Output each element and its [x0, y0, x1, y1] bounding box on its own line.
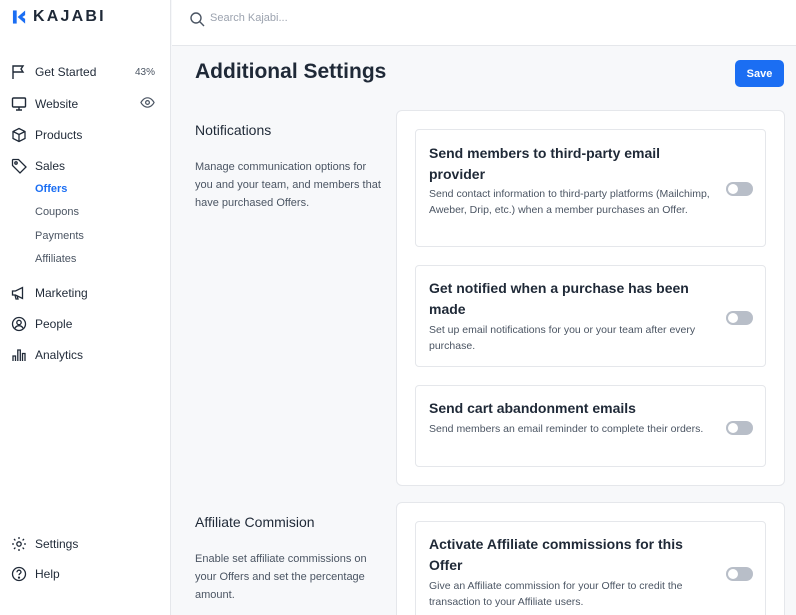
- tag-icon: [11, 158, 27, 174]
- save-button[interactable]: Save: [735, 60, 784, 87]
- toggle-knob: [728, 423, 738, 433]
- sidebar-subitem-offers[interactable]: Offers: [35, 180, 67, 198]
- setting-third-party-email: Send members to third-party email provid…: [415, 129, 766, 247]
- sidebar-subitem-coupons[interactable]: Coupons: [35, 203, 79, 221]
- kajabi-logo-icon: [12, 10, 26, 24]
- progress-badge: 43%: [134, 66, 155, 78]
- setting-description: Send contact information to third-party …: [429, 188, 710, 216]
- sidebar: KAJABI Get Started 43% Website Products …: [0, 0, 171, 615]
- user-circle-icon: [11, 316, 27, 332]
- flag-icon: [11, 64, 27, 80]
- purchase-notification-toggle[interactable]: [726, 311, 753, 325]
- sidebar-item-help[interactable]: Help: [0, 562, 171, 586]
- sidebar-item-label: Marketing: [35, 286, 88, 300]
- page-title: Additional Settings: [195, 60, 387, 83]
- megaphone-icon: [11, 285, 27, 301]
- help-circle-icon: [11, 566, 27, 582]
- sidebar-item-label: Get Started: [35, 65, 97, 79]
- kajabi-logo[interactable]: KAJABI: [12, 8, 106, 26]
- section-description-affiliate: Enable set affiliate commissions on your…: [195, 553, 367, 601]
- toggle-knob: [728, 184, 738, 194]
- gear-icon: [11, 536, 27, 552]
- setting-affiliate-commissions: Activate Affiliate commissions for this …: [415, 521, 766, 615]
- sidebar-item-analytics[interactable]: Analytics: [0, 343, 171, 367]
- box-icon: [11, 127, 27, 143]
- bar-chart-icon: [11, 347, 27, 363]
- sidebar-item-label: Help: [35, 567, 60, 581]
- sidebar-subitem-payments[interactable]: Payments: [35, 227, 84, 245]
- setting-description: Send members an email reminder to comple…: [429, 423, 704, 435]
- sidebar-item-website[interactable]: Website: [0, 92, 171, 116]
- top-bar: [172, 0, 796, 46]
- sidebar-subitem-affiliates[interactable]: Affiliates: [35, 250, 76, 268]
- sidebar-item-label: Settings: [35, 537, 79, 551]
- setting-title: Get notified when a purchase has been ma…: [429, 280, 689, 317]
- setting-purchase-notification: Get notified when a purchase has been ma…: [415, 265, 766, 367]
- sidebar-item-sales[interactable]: Sales: [0, 154, 171, 178]
- sidebar-item-get-started[interactable]: Get Started 43%: [0, 60, 171, 84]
- sidebar-item-label: Website: [35, 97, 79, 111]
- setting-description: Set up email notifications for you or yo…: [429, 324, 696, 352]
- sidebar-item-settings[interactable]: Settings: [0, 532, 171, 556]
- affiliate-commissions-toggle[interactable]: [726, 567, 753, 581]
- monitor-icon: [11, 96, 27, 112]
- section-title-notifications: Notifications: [195, 122, 272, 138]
- search-input[interactable]: [210, 9, 510, 27]
- sidebar-item-label: Analytics: [35, 348, 84, 362]
- setting-title: Send members to third-party email provid…: [429, 145, 661, 182]
- sidebar-item-label: Products: [35, 128, 83, 142]
- setting-description: Give an Affiliate commission for your Of…: [429, 580, 683, 608]
- section-description-notifications: Manage communication options for you and…: [195, 161, 381, 209]
- sidebar-item-products[interactable]: Products: [0, 123, 171, 147]
- sidebar-item-label: People: [35, 317, 73, 331]
- toggle-knob: [728, 313, 738, 323]
- sidebar-item-marketing[interactable]: Marketing: [0, 281, 171, 305]
- sidebar-item-people[interactable]: People: [0, 312, 171, 336]
- section-title-affiliate: Affiliate Commision: [195, 514, 315, 530]
- sidebar-item-label: Sales: [35, 159, 66, 173]
- third-party-email-toggle[interactable]: [726, 182, 753, 196]
- toggle-knob: [728, 569, 738, 579]
- cart-abandonment-toggle[interactable]: [726, 421, 753, 435]
- eye-icon[interactable]: [140, 95, 155, 113]
- setting-title: Activate Affiliate commissions for this …: [429, 536, 683, 573]
- setting-title: Send cart abandonment emails: [429, 400, 636, 416]
- brand-name: KAJABI: [33, 8, 106, 25]
- setting-cart-abandonment: Send cart abandonment emails Send member…: [415, 385, 766, 467]
- search-icon: [190, 12, 205, 27]
